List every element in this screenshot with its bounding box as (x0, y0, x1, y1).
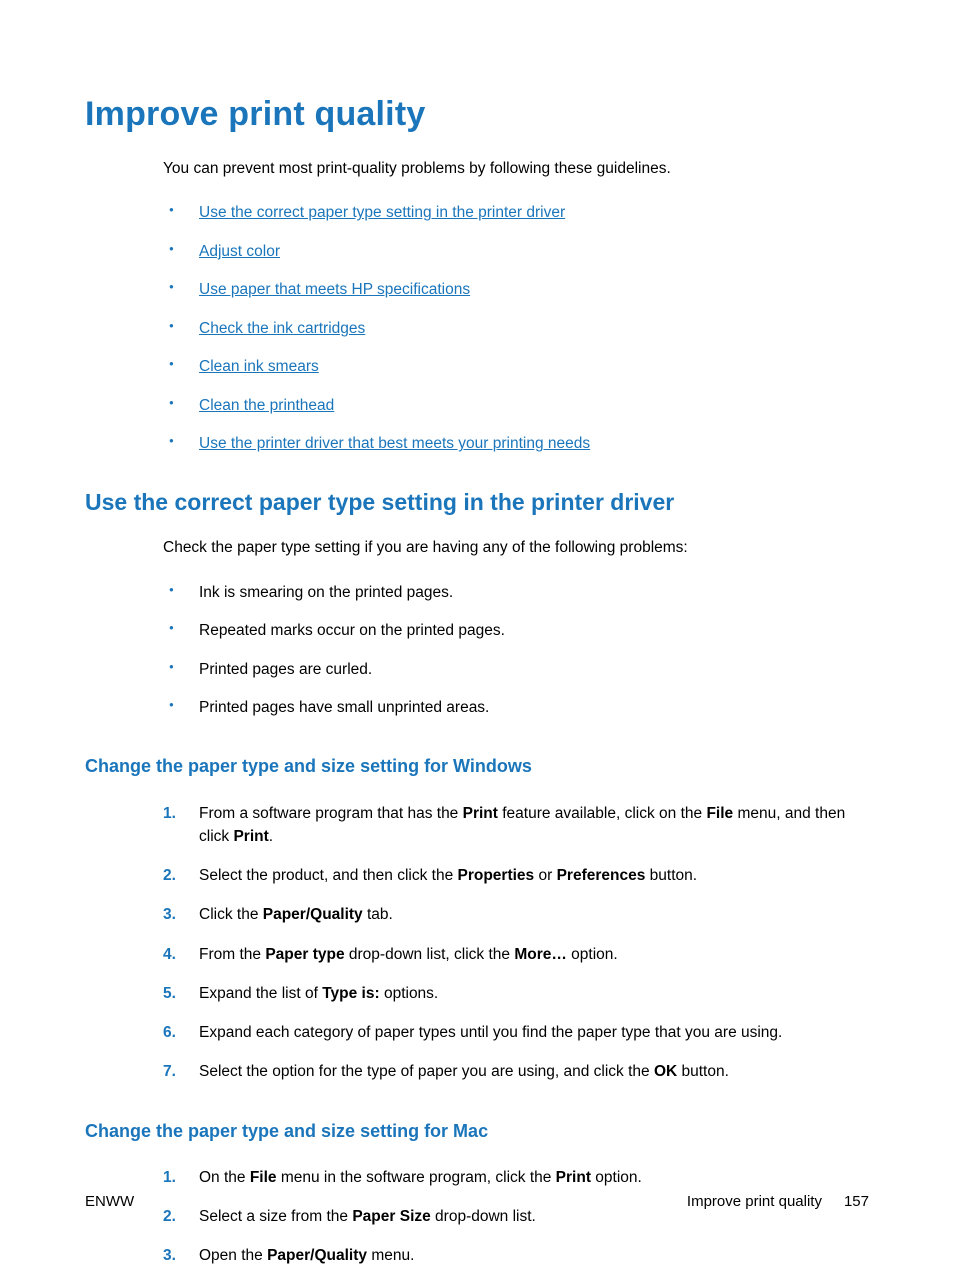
intro-text: You can prevent most print-quality probl… (163, 158, 869, 180)
document-page: Improve print quality You can prevent mo… (0, 0, 954, 1270)
step-item: From a software program that has the Pri… (163, 794, 869, 857)
toc-link[interactable]: Clean ink smears (199, 358, 319, 375)
page-content: You can prevent most print-quality probl… (163, 158, 869, 1275)
step-item: From the Paper type drop-down list, clic… (163, 935, 869, 974)
toc-link[interactable]: Use paper that meets HP specifications (199, 281, 470, 298)
toc-item: Clean ink smears (163, 348, 869, 386)
toc-item: Clean the printhead (163, 387, 869, 425)
list-item: Ink is smearing on the printed pages. (163, 574, 869, 612)
page-number: 157 (844, 1193, 869, 1210)
problem-list: Ink is smearing on the printed pages. Re… (163, 574, 869, 728)
windows-steps: From a software program that has the Pri… (163, 794, 869, 1092)
subsection-heading-mac: Change the paper type and size setting f… (85, 1118, 869, 1144)
step-item: Click the Paper/Quality tab. (163, 895, 869, 934)
list-item: Printed pages are curled. (163, 651, 869, 689)
step-item: Select the product, and then click the P… (163, 856, 869, 895)
step-item: Select the option for the type of paper … (163, 1052, 869, 1091)
step-item: Expand each category of paper types unti… (163, 1013, 869, 1052)
footer-right: Improve print quality 157 (687, 1193, 869, 1210)
footer-left: ENWW (85, 1193, 134, 1210)
subsection-heading-windows: Change the paper type and size setting f… (85, 753, 869, 779)
toc-link[interactable]: Adjust color (199, 243, 280, 260)
footer-section-name: Improve print quality (687, 1193, 822, 1210)
toc-item: Use paper that meets HP specifications (163, 271, 869, 309)
toc-link[interactable]: Clean the printhead (199, 397, 334, 414)
step-item: Open the Paper/Quality menu. (163, 1236, 869, 1275)
toc-item: Use the correct paper type setting in th… (163, 194, 869, 232)
section-intro: Check the paper type setting if you are … (163, 537, 869, 559)
toc-list: Use the correct paper type setting in th… (163, 194, 869, 463)
mac-steps: On the File menu in the software program… (163, 1158, 869, 1275)
toc-item: Use the printer driver that best meets y… (163, 425, 869, 463)
list-item: Repeated marks occur on the printed page… (163, 612, 869, 650)
page-title: Improve print quality (85, 95, 869, 134)
step-item: Expand the list of Type is: options. (163, 974, 869, 1013)
page-footer: ENWW Improve print quality 157 (85, 1193, 869, 1210)
section-heading: Use the correct paper type setting in th… (85, 486, 869, 519)
toc-link[interactable]: Use the printer driver that best meets y… (199, 435, 590, 452)
toc-item: Check the ink cartridges (163, 310, 869, 348)
step-item: On the File menu in the software program… (163, 1158, 869, 1197)
list-item: Printed pages have small unprinted areas… (163, 689, 869, 727)
toc-item: Adjust color (163, 233, 869, 271)
toc-link[interactable]: Check the ink cartridges (199, 320, 365, 337)
toc-link[interactable]: Use the correct paper type setting in th… (199, 204, 565, 221)
